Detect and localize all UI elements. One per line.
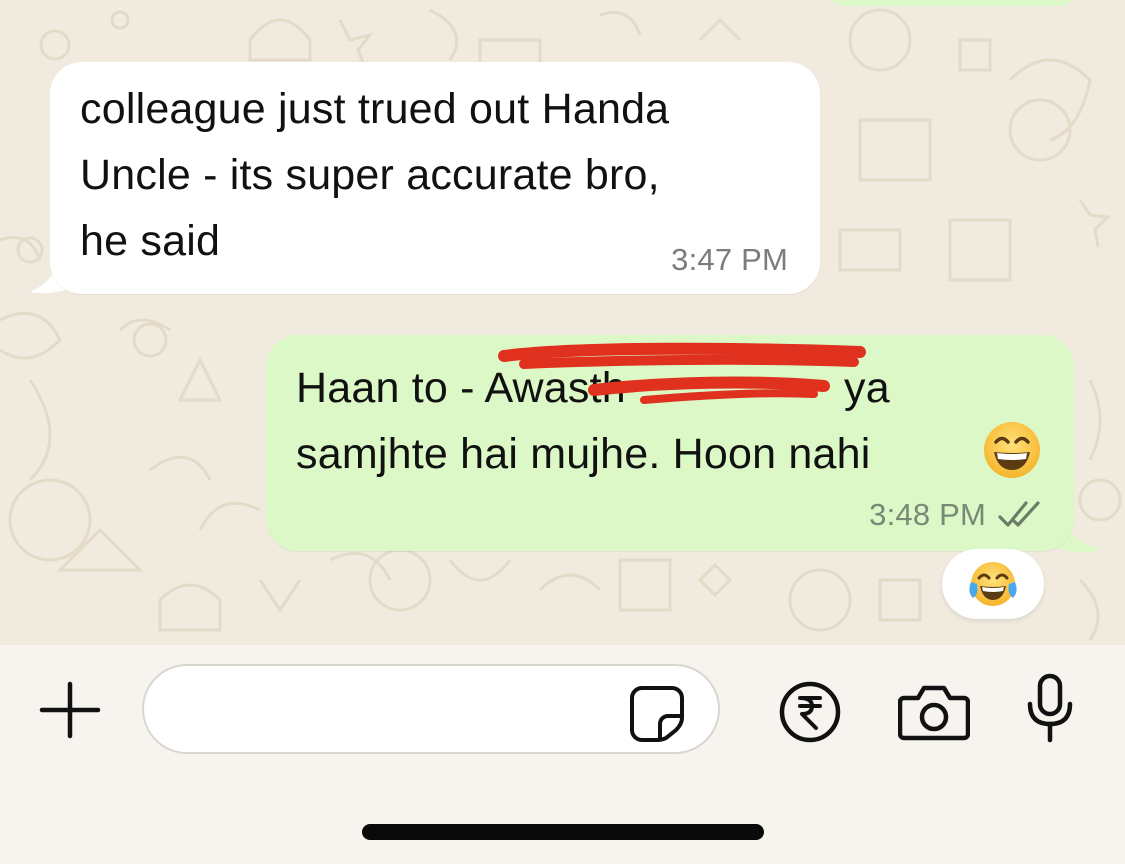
- message-reaction[interactable]: [942, 549, 1044, 619]
- camera-icon[interactable]: [898, 682, 970, 742]
- previous-message-bubble: [830, 0, 1074, 6]
- rupee-icon[interactable]: [778, 680, 842, 744]
- redaction-scribble: [498, 342, 866, 404]
- sticker-icon[interactable]: [628, 684, 686, 742]
- face-with-tears-of-joy-icon: [969, 562, 1017, 606]
- plus-icon[interactable]: [38, 680, 102, 740]
- read-double-check-icon: [998, 501, 1040, 527]
- message-timestamp: 3:48 PM: [869, 497, 986, 532]
- incoming-message-bubble[interactable]: colleague just trued out Handa Uncle - i…: [50, 62, 820, 294]
- grinning-face-emoji-icon: [984, 422, 1040, 478]
- microphone-icon[interactable]: [1024, 672, 1076, 744]
- home-indicator[interactable]: [362, 824, 764, 840]
- message-timestamp: 3:47 PM: [671, 242, 788, 277]
